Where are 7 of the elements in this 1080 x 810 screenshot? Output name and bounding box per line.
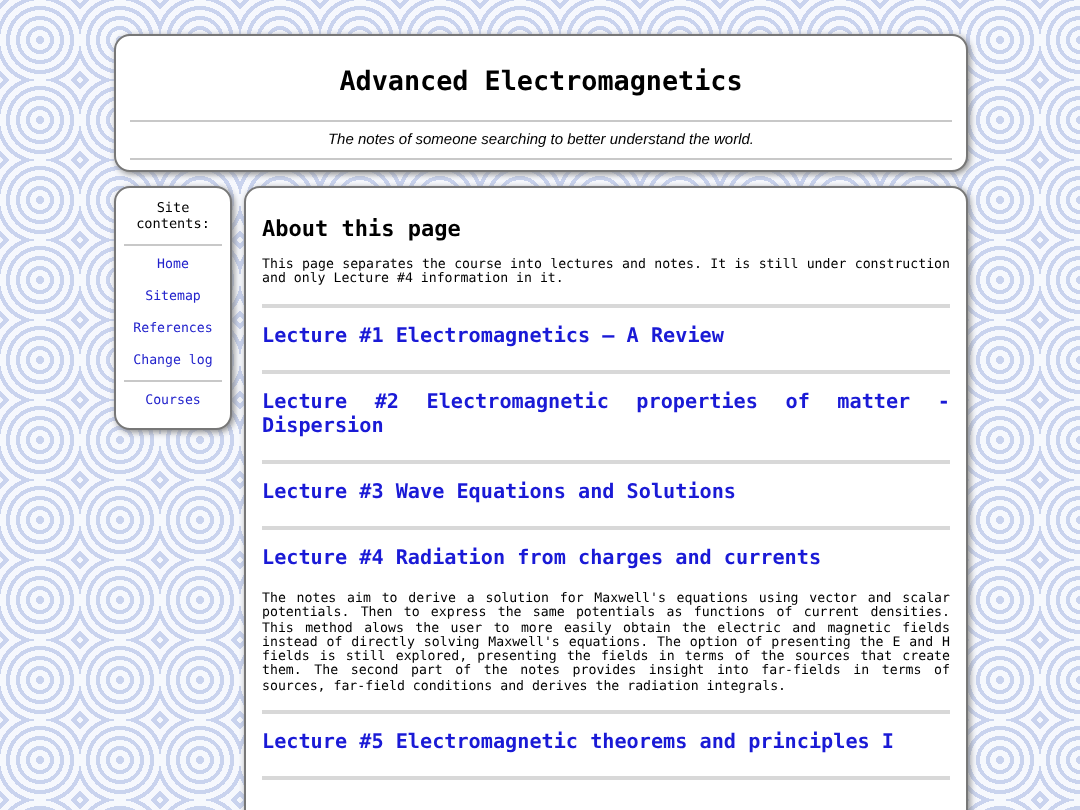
lecture-link[interactable]: Lecture #1 Electromagnetics – A Review xyxy=(262,325,950,350)
lecture-link[interactable]: Lecture #4 Radiation from charges and currents xyxy=(262,547,950,573)
lecture-link[interactable]: Lecture #5 Electromagnetic theorems and principles I xyxy=(262,731,950,756)
lecture-link[interactable]: Lecture #2 Electromagnetic properties of matter - Dispersion xyxy=(262,391,950,440)
section-heading: About this page xyxy=(262,216,463,242)
site-title: Advanced Electromagnetics xyxy=(337,68,745,98)
lecture-link[interactable]: Lecture #3 Wave Equations and Solutions xyxy=(262,481,950,506)
